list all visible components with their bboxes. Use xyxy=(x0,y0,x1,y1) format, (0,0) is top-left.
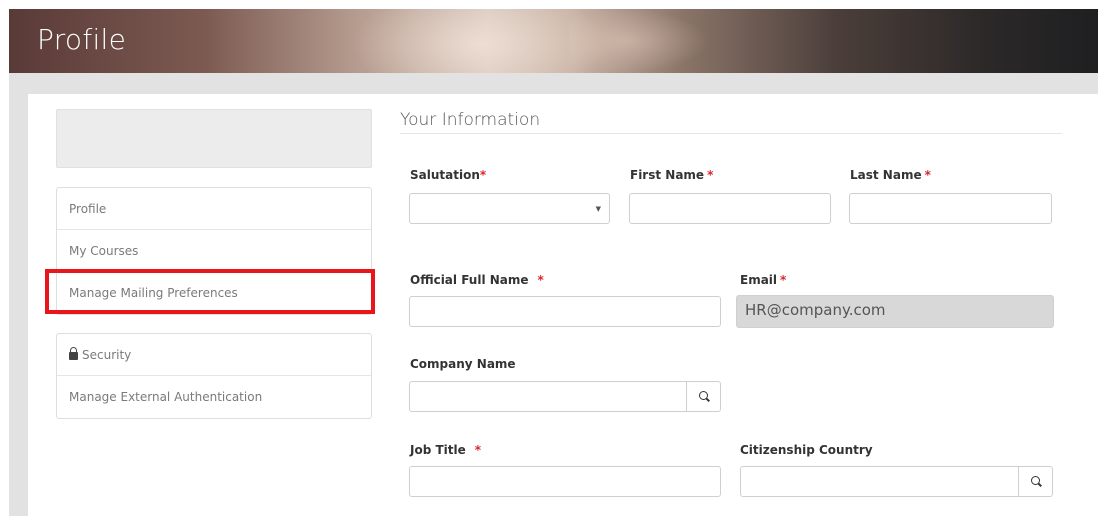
job-title-input[interactable] xyxy=(409,466,721,497)
search-icon xyxy=(699,391,708,400)
salutation-label: Salutation* xyxy=(410,168,487,182)
required-marker: * xyxy=(537,273,544,287)
required-marker: * xyxy=(474,443,482,457)
first-name-input[interactable] xyxy=(629,193,831,224)
salutation-select[interactable]: ▼ xyxy=(409,193,610,224)
citizenship-search-button[interactable] xyxy=(1018,466,1053,497)
lock-icon xyxy=(69,347,78,360)
chevron-down-icon: ▼ xyxy=(595,205,601,213)
profile-avatar-box xyxy=(56,109,372,168)
section-divider xyxy=(400,133,1062,134)
company-name-input[interactable] xyxy=(409,381,687,412)
required-marker: * xyxy=(707,168,714,182)
sidebar-item-profile[interactable]: Profile xyxy=(57,188,371,230)
email-label: Email * xyxy=(740,273,787,287)
required-marker: * xyxy=(924,168,931,182)
sidebar-item-security[interactable]: Security xyxy=(57,334,371,376)
job-title-label: Job Title * xyxy=(410,443,482,457)
sidebar-item-manage-mailing-preferences[interactable]: Manage Mailing Preferences xyxy=(57,272,371,314)
sidebar-item-my-courses[interactable]: My Courses xyxy=(57,230,371,272)
citizenship-country-input[interactable] xyxy=(740,466,1019,497)
security-nav: Security Manage External Authentication xyxy=(56,333,372,419)
last-name-input[interactable] xyxy=(849,193,1052,224)
profile-nav: Profile My Courses Manage Mailing Prefer… xyxy=(56,187,372,315)
page: Profile Profile My Courses Manage Mailin… xyxy=(0,0,1098,516)
citizenship-country-label: Citizenship Country xyxy=(740,443,873,457)
required-marker: * xyxy=(479,168,487,182)
section-title: Your Information xyxy=(400,110,541,130)
company-search-button[interactable] xyxy=(686,381,721,412)
official-full-name-label: Official Full Name * xyxy=(410,273,544,287)
last-name-label: Last Name * xyxy=(850,168,931,182)
header-banner: Profile xyxy=(9,9,1098,73)
email-field: HR@company.com xyxy=(736,295,1054,328)
search-icon xyxy=(1031,476,1040,485)
first-name-label: First Name * xyxy=(630,168,714,182)
sidebar-item-security-label: Security xyxy=(82,348,132,362)
sidebar-item-manage-external-authentication[interactable]: Manage External Authentication xyxy=(57,376,371,418)
official-full-name-input[interactable] xyxy=(409,296,721,327)
page-title: Profile xyxy=(37,23,127,56)
company-name-label: Company Name xyxy=(410,357,516,371)
required-marker: * xyxy=(780,273,787,287)
